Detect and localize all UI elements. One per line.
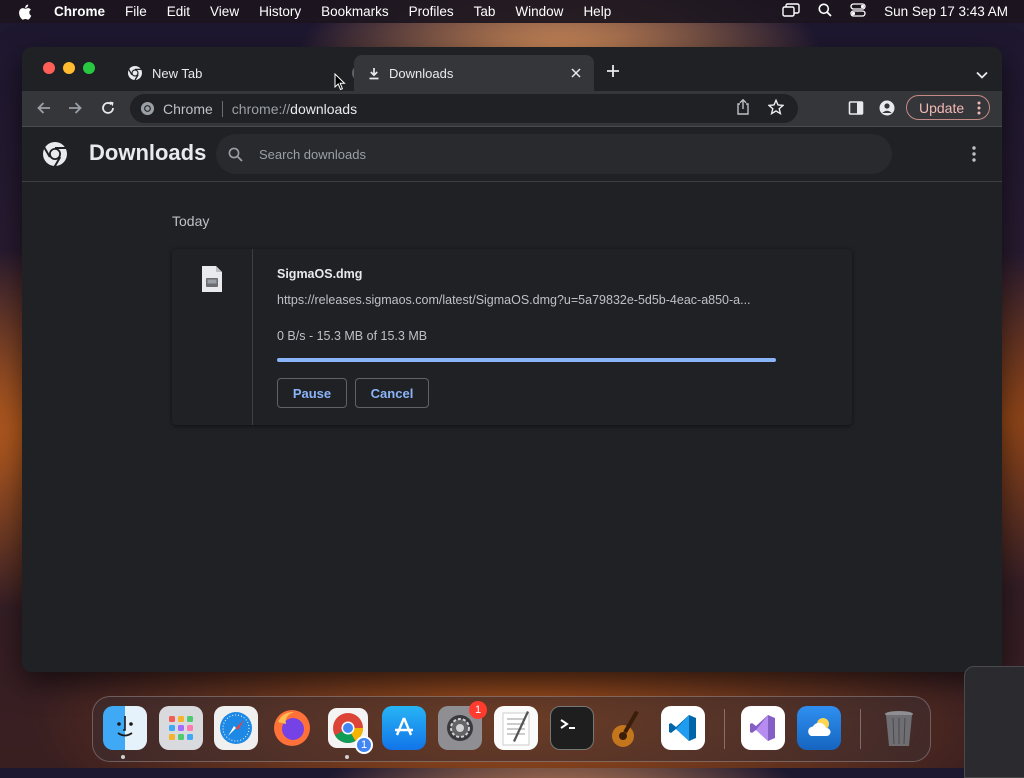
terminal-icon[interactable] — [550, 706, 594, 750]
apple-menu-icon[interactable] — [18, 3, 34, 20]
menu-file[interactable]: File — [125, 4, 147, 19]
download-badge: 1 — [355, 736, 373, 754]
tab-new-tab[interactable]: New Tab — [117, 55, 368, 91]
download-status: 0 B/s - 15.3 MB of 15.3 MB — [277, 329, 428, 343]
downloads-page: Downloads Today SigmaOS.dmg https://rele… — [22, 127, 1002, 672]
menu-app-name[interactable]: Chrome — [54, 4, 105, 19]
chrome-logo-icon — [127, 65, 143, 81]
minimize-window-button[interactable] — [63, 62, 75, 74]
side-panel-icon[interactable] — [848, 100, 864, 116]
finder-icon[interactable] — [103, 706, 147, 750]
system-settings-icon[interactable]: 1 — [438, 701, 487, 750]
menu-edit[interactable]: Edit — [167, 4, 190, 19]
menu-view[interactable]: View — [210, 4, 239, 19]
desktop-widget-edge — [964, 666, 1024, 778]
menu-help[interactable]: Help — [583, 4, 611, 19]
spotlight-search-icon[interactable] — [818, 3, 832, 20]
weather-icon[interactable] — [797, 706, 841, 750]
file-name[interactable]: SigmaOS.dmg — [277, 267, 362, 281]
screen-mirroring-icon[interactable] — [782, 3, 800, 20]
more-vert-icon[interactable] — [972, 146, 976, 162]
cancel-button[interactable]: Cancel — [355, 378, 429, 408]
dock-separator — [860, 709, 861, 749]
menu-profiles[interactable]: Profiles — [409, 4, 454, 19]
site-chip[interactable]: Chrome — [163, 100, 223, 117]
tab-downloads[interactable]: Downloads — [354, 55, 594, 91]
more-vert-icon[interactable] — [977, 101, 981, 115]
chrome-logo-icon — [42, 141, 68, 167]
menu-tab[interactable]: Tab — [474, 4, 496, 19]
reload-icon[interactable] — [100, 100, 116, 116]
search-icon — [228, 147, 243, 162]
download-progress-bar — [277, 358, 776, 362]
visual-studio-icon[interactable] — [741, 706, 785, 750]
running-indicator — [121, 755, 125, 759]
dock-separator — [724, 709, 725, 749]
app-store-icon[interactable] — [382, 706, 426, 750]
safari-icon[interactable] — [214, 706, 258, 750]
dock: 1 1 — [92, 696, 931, 762]
chevron-down-icon[interactable] — [976, 66, 988, 84]
garageband-icon[interactable] — [605, 706, 649, 750]
menu-bookmarks[interactable]: Bookmarks — [321, 4, 389, 19]
search-input[interactable] — [257, 145, 861, 163]
downloads-header: Downloads — [22, 127, 1002, 182]
back-arrow-icon[interactable] — [36, 100, 52, 116]
forward-arrow-icon[interactable] — [67, 100, 83, 116]
menubar-clock[interactable]: Sun Sep 17 3:43 AM — [884, 4, 1008, 19]
browser-toolbar: Chrome chrome:// downloads Update — [22, 91, 1002, 127]
profile-avatar-icon[interactable] — [879, 100, 895, 116]
close-tab-icon[interactable] — [568, 65, 584, 81]
menu-bar: Chrome File Edit View History Bookmarks … — [0, 0, 1024, 23]
menu-history[interactable]: History — [259, 4, 301, 19]
url-scheme: chrome:// — [231, 100, 291, 117]
textedit-icon[interactable] — [494, 706, 538, 750]
trash-icon[interactable] — [877, 706, 921, 750]
date-section-heading: Today — [172, 213, 210, 229]
vscode-icon[interactable] — [661, 706, 705, 750]
new-tab-plus-icon[interactable] — [606, 64, 620, 83]
download-item: SigmaOS.dmg https://releases.sigmaos.com… — [172, 249, 852, 425]
bookmark-star-icon[interactable] — [767, 98, 785, 118]
download-icon-column — [172, 249, 253, 425]
running-indicator — [345, 755, 349, 759]
share-icon[interactable] — [736, 98, 750, 118]
dmg-file-icon — [201, 265, 223, 293]
progress-fill — [277, 358, 776, 362]
tab-strip: New Tab Downloads — [22, 47, 1002, 91]
zoom-window-button[interactable] — [83, 62, 95, 74]
chrome-logo-icon — [140, 101, 155, 116]
download-icon — [368, 67, 380, 80]
tab-title: New Tab — [152, 65, 203, 81]
update-label: Update — [919, 99, 965, 116]
url-path: downloads — [290, 100, 358, 117]
control-center-icon[interactable] — [850, 3, 866, 20]
tab-title: Downloads — [389, 65, 454, 81]
file-url[interactable]: https://releases.sigmaos.com/latest/Sigm… — [277, 293, 777, 307]
page-title: Downloads — [89, 140, 207, 165]
menu-window[interactable]: Window — [515, 4, 563, 19]
address-bar[interactable]: Chrome chrome:// downloads — [130, 94, 798, 123]
chrome-app-icon[interactable]: 1 — [326, 706, 373, 754]
notification-badge: 1 — [469, 701, 487, 719]
update-button[interactable]: Update — [906, 95, 990, 120]
chrome-window: New Tab Downloads Chrome chrome:// downl… — [22, 47, 1002, 672]
search-downloads-bar[interactable] — [216, 134, 892, 174]
firefox-icon[interactable] — [270, 706, 314, 750]
launchpad-icon[interactable] — [159, 706, 203, 750]
pause-button[interactable]: Pause — [277, 378, 347, 408]
close-window-button[interactable] — [43, 62, 55, 74]
